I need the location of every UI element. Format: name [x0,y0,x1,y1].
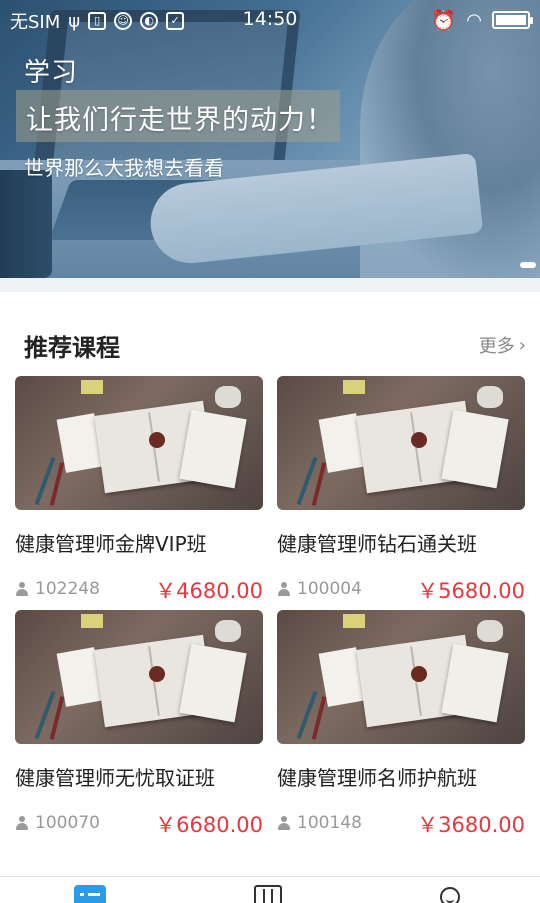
course-name[interactable]: 健康管理师名师护航班 [277,762,525,791]
course-name[interactable]: 健康管理师无忧取证班 [15,762,263,791]
wifi-icon: ◠ [466,9,482,31]
section-divider [0,278,540,292]
banner-subtitle: 世界那么大我想去看看 [24,156,224,180]
status-bar: 无SIM ψ ▯ ☺ ◐ ✓ 14:50 ⏰ ◠ [0,0,540,36]
more-link[interactable]: 更多 › [479,332,526,358]
section-title: 推荐课程 [24,334,120,362]
carousel-indicator[interactable] [520,262,536,268]
profile-icon[interactable] [440,887,460,903]
course-card[interactable]: 健康管理师金牌VIP班 102248 ￥4680.00 [15,376,263,603]
student-count: 100070 [35,813,100,833]
course-thumbnail[interactable] [15,610,263,744]
battery-icon [492,11,533,29]
student-count: 102248 [35,579,100,599]
course-name[interactable]: 健康管理师金牌VIP班 [15,528,263,557]
course-thumbnail[interactable] [277,376,525,510]
course-price: ￥5680.00 [417,579,525,603]
course-card[interactable]: 健康管理师名师护航班 100148 ￥3680.00 [277,610,525,837]
banner-carousel[interactable]: 学习 让我们行走世界的动力！ 世界那么大我想去看看 [0,0,540,278]
course-price: ￥3680.00 [417,813,525,837]
recommended-section-header: 推荐课程 更多 › [0,318,540,368]
course-thumbnail[interactable] [277,610,525,744]
course-thumbnail[interactable] [15,376,263,510]
course-card[interactable]: 健康管理师无忧取证班 100070 ￥6680.00 [15,610,263,837]
course-card[interactable]: 健康管理师钻石通关班 100004 ￥5680.00 [277,376,525,603]
banner-title: 学习 [24,58,79,88]
student-count-icon [277,582,291,596]
chevron-right-icon: › [518,334,526,356]
course-name[interactable]: 健康管理师钻石通关班 [277,528,525,557]
course-price: ￥6680.00 [155,813,263,837]
bottom-tab-bar [0,876,540,903]
student-count-icon [277,816,291,830]
course-book-icon[interactable] [254,885,282,903]
banner-slogan: 让我们行走世界的动力！ [26,105,334,136]
student-count-icon [15,582,29,596]
student-count: 100148 [297,813,362,833]
more-label: 更多 [478,336,515,357]
course-price: ￥4680.00 [155,579,263,603]
home-icon[interactable] [74,885,106,903]
student-count-icon [15,816,29,830]
student-count: 100004 [297,579,362,599]
alarm-icon: ⏰ [431,8,457,32]
